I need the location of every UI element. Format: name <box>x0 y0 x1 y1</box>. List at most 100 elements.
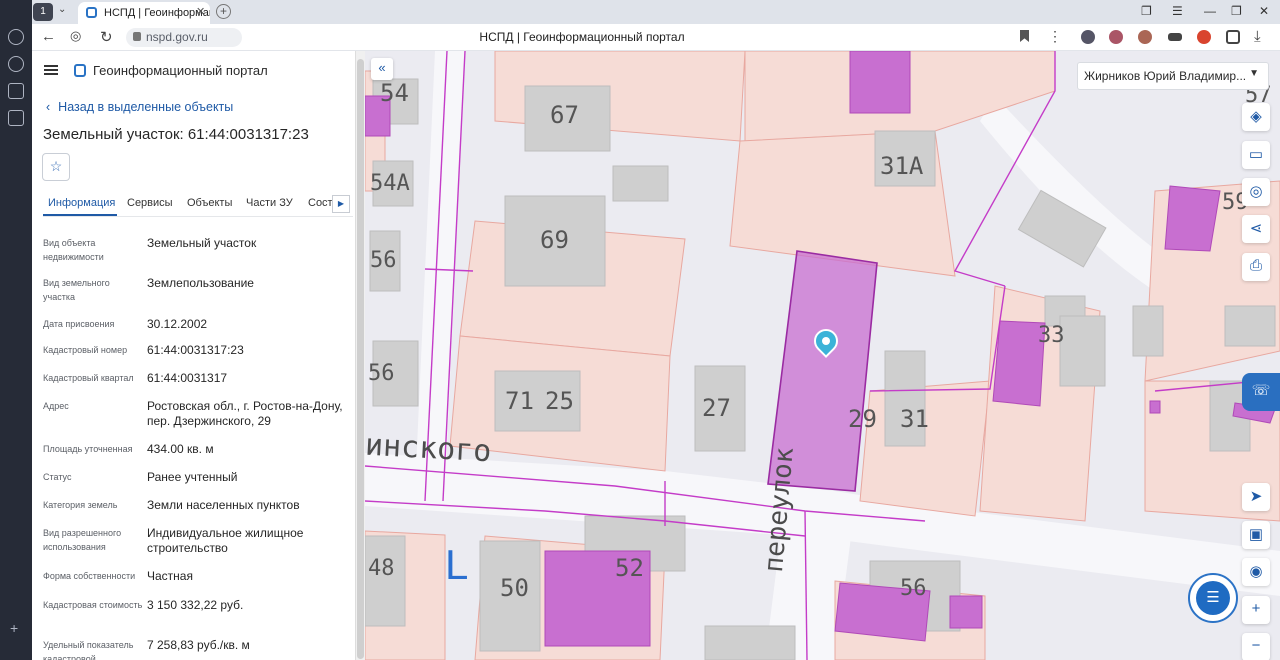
tab-parts[interactable]: Части ЗУ <box>246 197 293 209</box>
tab-objects[interactable]: Объекты <box>187 197 232 209</box>
close-tab-icon[interactable]: ✕ <box>196 5 205 18</box>
zoom-out-button[interactable]: − <box>1242 633 1270 660</box>
house-number: 50 <box>500 574 529 602</box>
building <box>612 165 669 202</box>
info-value: 434.00 кв. м <box>147 442 214 456</box>
active-tab-indicator <box>43 214 117 216</box>
browser-tab-bar: 1 ⌄ НСПД | Геоинформационный портал ✕ + … <box>0 0 1280 24</box>
protect-icon[interactable]: ◎ <box>70 28 81 44</box>
collapse-panel-button[interactable]: « <box>371 58 393 80</box>
building <box>1224 305 1276 347</box>
zoom-in-button[interactable]: + <box>1242 596 1270 624</box>
geolocation-button[interactable]: ◉ <box>1242 558 1270 586</box>
back-to-selection-link[interactable]: ‹ Назад в выделенные объекты <box>46 100 233 114</box>
back-arrow-icon[interactable]: ← <box>41 28 56 45</box>
info-value: 61:44:0031317 <box>147 371 228 385</box>
menu-hamburger-icon[interactable] <box>44 65 58 75</box>
one-app-icon[interactable] <box>8 83 24 99</box>
panel-scrollbar[interactable] <box>355 51 365 660</box>
favorite-star-button[interactable]: ☆ <box>42 153 70 181</box>
reload-icon[interactable]: ↻ <box>100 28 113 46</box>
portal-logo-icon <box>74 64 86 77</box>
info-label: Кадастровая стоимость <box>43 600 143 610</box>
chat-icon: ☰ <box>1196 581 1230 615</box>
url-field[interactable]: nspd.gov.ru <box>126 28 242 47</box>
info-value: Земельный участок <box>147 236 257 250</box>
extension-5-icon[interactable] <box>1197 30 1211 44</box>
scrollbar-thumb[interactable] <box>357 59 364 659</box>
plus-icon: + <box>1251 600 1261 617</box>
tab-counter[interactable]: 1 <box>33 3 53 21</box>
screen-icon: ▣ <box>1248 526 1264 543</box>
more-icon[interactable]: ⋮ <box>1048 28 1062 45</box>
house-number: 27 <box>702 394 731 422</box>
house-number: 56 <box>368 361 395 386</box>
magenta-building <box>849 51 911 114</box>
extension-6-icon[interactable] <box>1226 30 1240 44</box>
layers-button[interactable]: ◈ <box>1242 103 1270 131</box>
user-account-select[interactable]: Жирников Юрий Владимир... ▼ <box>1077 62 1269 90</box>
info-value: Землепользование <box>147 276 254 290</box>
info-label: Адрес <box>43 401 69 411</box>
info-value: 30.12.2002 <box>147 317 208 331</box>
measure-button[interactable]: ▭ <box>1242 141 1270 169</box>
info-value: Ростовская обл., г. Ростов-на-Дону, пер.… <box>147 399 343 428</box>
back-link-label: Назад в выделенные объекты <box>58 100 234 114</box>
close-window-icon[interactable]: ✕ <box>1259 4 1269 18</box>
house-number: 56 <box>900 576 927 601</box>
url-text: nspd.gov.ru <box>146 30 208 44</box>
info-label: Кадастровый номер <box>43 345 128 355</box>
object-title: Земельный участок: 61:44:0031317:23 <box>43 126 309 143</box>
extension-1-icon[interactable] <box>1081 30 1095 44</box>
bookmark-icon[interactable] <box>1020 30 1029 42</box>
new-tab-button[interactable]: + <box>216 4 231 19</box>
locate-button[interactable]: ◎ <box>1242 178 1270 206</box>
extension-4-icon[interactable] <box>1168 33 1182 41</box>
minimize-icon[interactable]: — <box>1204 4 1216 18</box>
extension-3-icon[interactable] <box>1138 30 1152 44</box>
chat-bubble-icon: ☏ <box>1251 382 1271 399</box>
info-label: Категория земель <box>43 500 118 510</box>
caret-right-icon: ▶ <box>337 199 345 208</box>
navigate-button[interactable]: ➤ <box>1242 483 1270 511</box>
tab-services[interactable]: Сервисы <box>127 197 173 209</box>
extension-2-icon[interactable] <box>1109 30 1123 44</box>
restore-icon[interactable]: ❐ <box>1231 4 1242 18</box>
tab-title: НСПД | Геоинформационный портал <box>104 7 210 19</box>
building <box>1132 305 1164 357</box>
tabs-scroll-right-button[interactable]: ▶ <box>332 195 350 213</box>
star-icon: ☆ <box>49 158 63 174</box>
history-icon[interactable] <box>8 29 24 45</box>
active-tab[interactable]: НСПД | Геоинформационный портал <box>78 2 210 24</box>
add-panel-icon[interactable]: + <box>10 620 18 636</box>
map-canvas[interactable] <box>365 51 1280 660</box>
tab-information[interactable]: Информация <box>48 197 115 209</box>
cadastral-map[interactable]: инского переулок 54 67 54А 31А 59 69 57 … <box>365 51 1280 660</box>
print-icon: ⎙ <box>1249 257 1262 274</box>
info-label: Вид объекта недвижимости <box>43 238 104 262</box>
menu-icon[interactable]: ☰ <box>1172 4 1183 18</box>
house-number: 54А <box>370 171 410 196</box>
chat-button[interactable]: ☰ <box>1188 573 1238 623</box>
screenshot-icon[interactable] <box>8 110 24 126</box>
play-icon[interactable] <box>8 56 24 72</box>
info-label: Вид разрешенного использования <box>43 528 122 552</box>
screen-button[interactable]: ▣ <box>1242 521 1270 549</box>
print-button[interactable]: ⎙ <box>1242 253 1270 281</box>
tabs-dropdown-icon[interactable]: ⌄ <box>58 4 66 15</box>
share-button[interactable]: ⋖ <box>1242 215 1270 243</box>
magenta-building <box>949 595 983 629</box>
page-title: НСПД | Геоинформационный портал <box>479 30 685 44</box>
caret-down-icon: ▼ <box>1249 68 1259 79</box>
chevron-left-icon: ‹ <box>46 100 51 114</box>
download-icon[interactable]: ⤓ <box>1254 28 1261 45</box>
support-widget-button[interactable]: ☏ <box>1242 373 1280 411</box>
tab-search-icon[interactable]: ❐ <box>1141 4 1152 18</box>
info-value: 7 258,83 руб./кв. м <box>147 638 250 652</box>
info-label: Удельный показатель кадастровой <box>43 640 134 660</box>
building <box>365 535 406 627</box>
house-number: 48 <box>368 556 395 581</box>
info-value: Частная <box>147 569 193 583</box>
house-number: 56 <box>370 248 397 273</box>
house-number: 54 <box>380 79 409 107</box>
